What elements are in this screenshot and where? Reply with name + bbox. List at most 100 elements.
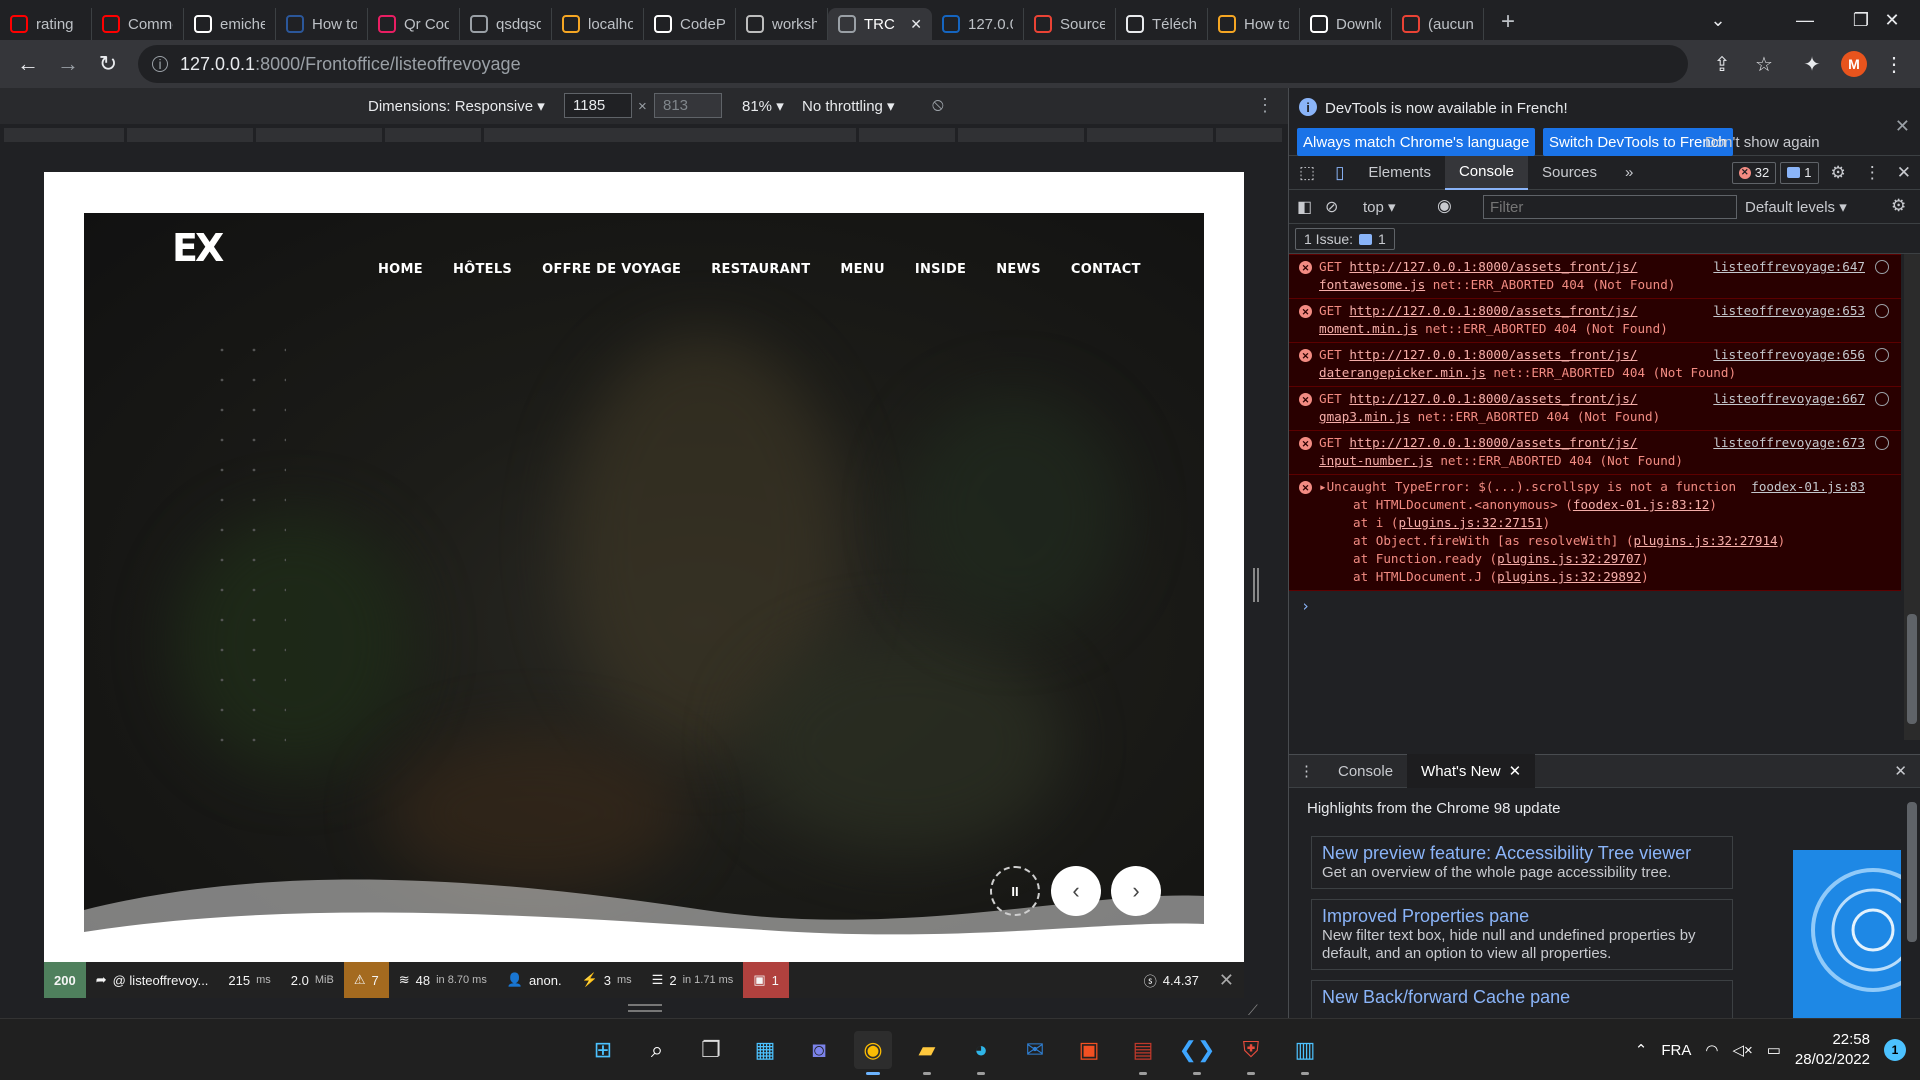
- sidebar-toggle-icon[interactable]: ◧: [1297, 197, 1312, 217]
- device-toolbar-menu-icon[interactable]: ⋮: [1256, 95, 1274, 116]
- console-error-message[interactable]: ✕ GET http://127.0.0.1:8000/assets_front/…: [1289, 254, 1901, 298]
- device-toggle-icon[interactable]: ▯: [1325, 156, 1354, 190]
- network-request-icon[interactable]: [1875, 260, 1889, 274]
- ruler-segment[interactable]: [4, 128, 124, 142]
- browser-tab[interactable]: Qr Cod: [368, 8, 460, 40]
- source-location-link[interactable]: listeoffrevoyage:656: [1713, 346, 1865, 364]
- network-request-icon[interactable]: [1875, 304, 1889, 318]
- inspect-element-icon[interactable]: ⬚: [1289, 156, 1325, 190]
- sf-user[interactable]: 👤 anon.: [497, 962, 572, 998]
- shield-app-icon[interactable]: ⛨: [1232, 1031, 1270, 1075]
- browser-tab[interactable]: Source: [1024, 8, 1116, 40]
- language-indicator[interactable]: FRA: [1661, 1042, 1691, 1059]
- request-file[interactable]: fontawesome.js: [1319, 277, 1425, 292]
- browser-tab[interactable]: qsdqsd: [460, 8, 552, 40]
- store-icon[interactable]: ▣: [1070, 1031, 1108, 1069]
- clear-console-icon[interactable]: ⊘: [1325, 197, 1338, 217]
- browser-tab[interactable]: CodePe: [644, 8, 736, 40]
- nav-link[interactable]: RESTAURANT: [711, 262, 810, 277]
- notepad-icon[interactable]: ▥: [1286, 1031, 1324, 1075]
- edge-icon[interactable]: ◕: [962, 1031, 1000, 1075]
- stack-frame-location[interactable]: foodex-01.js:83:12: [1573, 497, 1709, 512]
- drawer-tab-console[interactable]: Console: [1324, 754, 1407, 788]
- source-location-link[interactable]: listeoffrevoyage:653: [1713, 302, 1865, 320]
- nav-link[interactable]: HOME: [378, 262, 423, 277]
- browser-tab[interactable]: emiche: [184, 8, 276, 40]
- clock[interactable]: 22:58 28/02/2022: [1795, 1030, 1870, 1070]
- close-drawer-icon[interactable]: ✕: [1880, 754, 1920, 788]
- sf-version[interactable]: ⓢ 4.4.37: [1134, 962, 1209, 998]
- nav-link[interactable]: NEWS: [996, 262, 1041, 277]
- issues-button[interactable]: 1 Issue: 1: [1295, 228, 1395, 250]
- more-tabs-chevron-icon[interactable]: »: [1611, 156, 1647, 190]
- sf-close-icon[interactable]: ✕: [1209, 962, 1244, 998]
- wifi-icon[interactable]: ◠: [1705, 1041, 1718, 1059]
- whats-new-promo-image[interactable]: [1793, 850, 1901, 1020]
- browser-tab[interactable]: localho: [552, 8, 644, 40]
- sf-logs[interactable]: ⚠ 7: [343, 962, 389, 998]
- browser-tab[interactable]: TRC ✕: [828, 8, 932, 40]
- viewport-height-resize-handle[interactable]: [628, 1004, 662, 1012]
- feature-card[interactable]: Improved Properties pane New filter text…: [1311, 899, 1733, 970]
- stack-frame-location[interactable]: plugins.js:32:29707: [1497, 551, 1641, 566]
- close-tab-icon[interactable]: ✕: [1509, 762, 1522, 780]
- console-filter-input[interactable]: [1483, 195, 1737, 219]
- tab-search-icon[interactable]: ⌄: [1690, 0, 1746, 40]
- browser-tab[interactable]: How to: [1208, 8, 1300, 40]
- drawer-menu-icon[interactable]: ⋮: [1289, 754, 1324, 788]
- sf-exceptions[interactable]: ▣ 1: [743, 962, 789, 998]
- extensions-puzzle-icon[interactable]: ✦: [1792, 40, 1832, 88]
- sf-memory[interactable]: 2.0 MiB: [281, 962, 344, 998]
- browser-tab[interactable]: (aucun: [1392, 8, 1484, 40]
- source-location-link[interactable]: listeoffrevoyage:673: [1713, 434, 1865, 452]
- ruler-segment[interactable]: [256, 128, 382, 142]
- console-error-message[interactable]: ✕ GET http://127.0.0.1:8000/assets_front/…: [1289, 298, 1901, 342]
- console-prompt[interactable]: ›: [1289, 591, 1901, 621]
- slider-next-button[interactable]: ›: [1111, 866, 1161, 916]
- zoom-dropdown[interactable]: 81% ▾: [742, 97, 784, 115]
- address-bar[interactable]: i 127.0.0.1:8000/Frontoffice/listeoffrev…: [138, 45, 1688, 83]
- console-scrollbar[interactable]: [1904, 254, 1920, 740]
- network-request-icon[interactable]: [1875, 436, 1889, 450]
- console-error-message[interactable]: ✕ GET http://127.0.0.1:8000/assets_front/…: [1289, 342, 1901, 386]
- sf-twig[interactable]: ≋ 48 in 8.70 ms: [389, 962, 497, 998]
- ruler-segment[interactable]: [859, 128, 955, 142]
- profile-button[interactable]: M: [1834, 40, 1874, 88]
- site-info-icon[interactable]: i: [152, 56, 168, 72]
- dimensions-dropdown[interactable]: Dimensions: Responsive ▾: [368, 97, 545, 115]
- ruler-segment[interactable]: [958, 128, 1084, 142]
- drawer-tab-whats-new[interactable]: What's New ✕: [1407, 754, 1536, 788]
- chrome-icon[interactable]: ◉: [854, 1031, 892, 1075]
- browser-tab[interactable]: Télécha: [1116, 8, 1208, 40]
- close-devtools-icon[interactable]: ✕: [1887, 156, 1920, 190]
- nav-link[interactable]: HÔTELS: [453, 262, 512, 277]
- reload-icon[interactable]: ↻: [88, 44, 128, 84]
- browser-tab[interactable]: Downlo: [1300, 8, 1392, 40]
- stack-frame-location[interactable]: plugins.js:32:27151: [1399, 515, 1543, 530]
- request-file[interactable]: moment.min.js: [1319, 321, 1418, 336]
- settings-gear-icon[interactable]: ⚙: [1819, 156, 1858, 190]
- always-match-language-button[interactable]: Always match Chrome's language: [1297, 128, 1536, 156]
- ruler-segment[interactable]: [484, 128, 856, 142]
- stack-frame-location[interactable]: plugins.js:32:27914: [1634, 533, 1778, 548]
- file-explorer-icon[interactable]: ▰: [908, 1031, 946, 1075]
- sf-time[interactable]: 215 ms: [218, 962, 280, 998]
- browser-tab[interactable]: worksh: [736, 8, 828, 40]
- share-icon[interactable]: ⇪: [1702, 40, 1742, 88]
- teams-chat-icon[interactable]: ◙: [800, 1031, 838, 1069]
- feature-card[interactable]: New Back/forward Cache pane: [1311, 980, 1733, 1020]
- tab-elements[interactable]: Elements: [1354, 156, 1445, 190]
- request-file[interactable]: daterangepicker.min.js: [1319, 365, 1486, 380]
- close-icon[interactable]: ✕: [1895, 116, 1910, 137]
- browser-tab[interactable]: Comme: [92, 8, 184, 40]
- start-windows-icon[interactable]: ⊞: [584, 1031, 622, 1069]
- viewport-corner-resize-handle[interactable]: ⟋: [1248, 1002, 1264, 1018]
- request-url[interactable]: http://127.0.0.1:8000/assets_front/js/: [1349, 259, 1637, 274]
- request-url[interactable]: http://127.0.0.1:8000/assets_front/js/: [1349, 435, 1637, 450]
- nav-link[interactable]: CONTACT: [1071, 262, 1141, 277]
- width-input[interactable]: [564, 93, 632, 118]
- devtools-menu-icon[interactable]: ⋮: [1858, 156, 1887, 190]
- expand-triangle-icon[interactable]: ▸: [1319, 479, 1327, 494]
- slider-pause-button[interactable]: II: [990, 866, 1040, 916]
- nav-link[interactable]: OFFRE DE VOYAGE: [542, 262, 681, 277]
